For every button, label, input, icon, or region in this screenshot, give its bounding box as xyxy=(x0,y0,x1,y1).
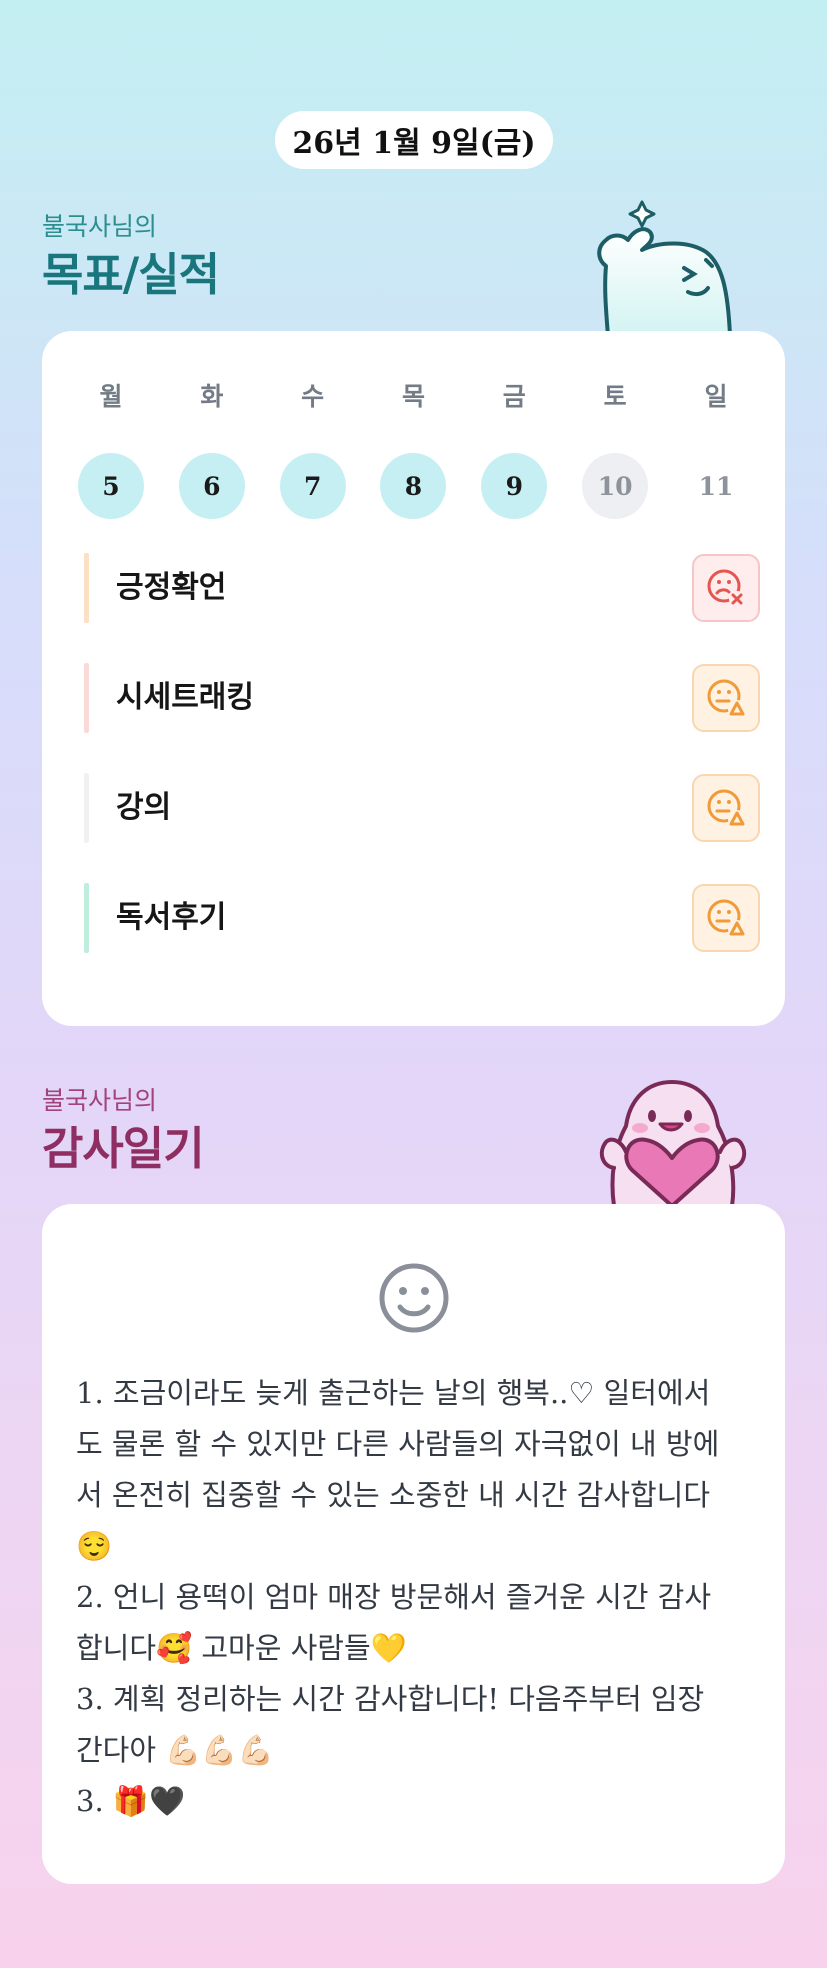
gratitude-entries: 1. 조금이라도 늦게 출근하는 날의 행복..♡ 일터에서도 물론 할 수 있… xyxy=(76,1368,736,1827)
mint-ghost-mascot-icon xyxy=(597,200,732,336)
goal-row[interactable]: 독서후기 xyxy=(84,883,760,953)
sad-face-x-icon[interactable] xyxy=(692,554,760,622)
goal-color-bar xyxy=(84,553,89,623)
neutral-face-triangle-icon[interactable] xyxy=(692,884,760,952)
day-column-sat[interactable]: 토 10 xyxy=(581,379,649,519)
goal-label: 독서후기 xyxy=(116,900,227,935)
gratitude-section-title: 감사일기 xyxy=(42,1122,205,1175)
weekday-label: 목 xyxy=(401,382,425,411)
date-circle[interactable]: 11 xyxy=(683,453,749,519)
neutral-face-triangle-icon[interactable] xyxy=(692,664,760,732)
gratitude-entry: 1. 조금이라도 늦게 출근하는 날의 행복..♡ 일터에서도 물론 할 수 있… xyxy=(76,1376,720,1563)
date-circle[interactable]: 10 xyxy=(582,453,649,519)
goal-row[interactable]: 시세트래킹 xyxy=(84,663,760,733)
gratitude-entry: 3. 🎁🖤 xyxy=(76,1784,186,1818)
goal-label: 강의 xyxy=(116,790,172,825)
date-circle[interactable]: 7 xyxy=(279,453,346,519)
date-badge: 26년 1월 9일(금) xyxy=(275,111,553,169)
goal-color-bar xyxy=(84,773,89,843)
neutral-face-triangle-icon[interactable] xyxy=(692,774,760,842)
date-circle[interactable]: 9 xyxy=(481,453,548,519)
day-column-wed[interactable]: 수 7 xyxy=(279,379,347,519)
day-column-mon[interactable]: 월 5 xyxy=(77,379,145,519)
goal-label: 시세트래킹 xyxy=(116,680,254,715)
date-circle[interactable]: 6 xyxy=(178,453,245,519)
day-column-fri[interactable]: 금 9 xyxy=(480,379,548,519)
date-circle[interactable]: 5 xyxy=(78,453,144,519)
weekday-label: 일 xyxy=(704,382,728,411)
goal-color-bar xyxy=(84,883,89,953)
week-strip: 월 5 화 6 수 7 목 8 금 9 토 10 일 11 xyxy=(77,379,750,519)
gratitude-card: 1. 조금이라도 늦게 출근하는 날의 행복..♡ 일터에서도 물론 할 수 있… xyxy=(42,1204,785,1884)
day-column-thu[interactable]: 목 8 xyxy=(379,379,447,519)
smiley-face-icon xyxy=(379,1263,449,1333)
goal-color-bar xyxy=(84,663,89,733)
weekday-label: 월 xyxy=(99,382,123,411)
goal-row[interactable]: 긍정확언 xyxy=(84,553,760,623)
gratitude-entry: 3. 계획 정리하는 시간 감사합니다! 다음주부터 임장 간다아 💪🏻💪🏻💪🏻 xyxy=(76,1682,705,1767)
goals-section-title: 목표/실적 xyxy=(42,248,220,301)
weekday-label: 토 xyxy=(603,382,627,411)
pink-ghost-heart-mascot-icon xyxy=(599,1080,747,1206)
date-circle[interactable]: 8 xyxy=(380,453,447,519)
goal-row[interactable]: 강의 xyxy=(84,773,760,843)
weekday-label: 화 xyxy=(200,382,224,411)
day-column-sun[interactable]: 일 11 xyxy=(682,379,750,519)
goal-label: 긍정확언 xyxy=(116,570,227,605)
weekday-label: 수 xyxy=(301,382,325,411)
gratitude-entry: 2. 언니 용떡이 엄마 매장 방문해서 즐거운 시간 감사합니다🥰 고마운 사… xyxy=(76,1580,712,1665)
weekday-label: 금 xyxy=(502,382,526,411)
day-column-tue[interactable]: 화 6 xyxy=(178,379,246,519)
goals-card: 월 5 화 6 수 7 목 8 금 9 토 10 일 11 긍정확언 시세트래킹… xyxy=(42,331,785,1026)
